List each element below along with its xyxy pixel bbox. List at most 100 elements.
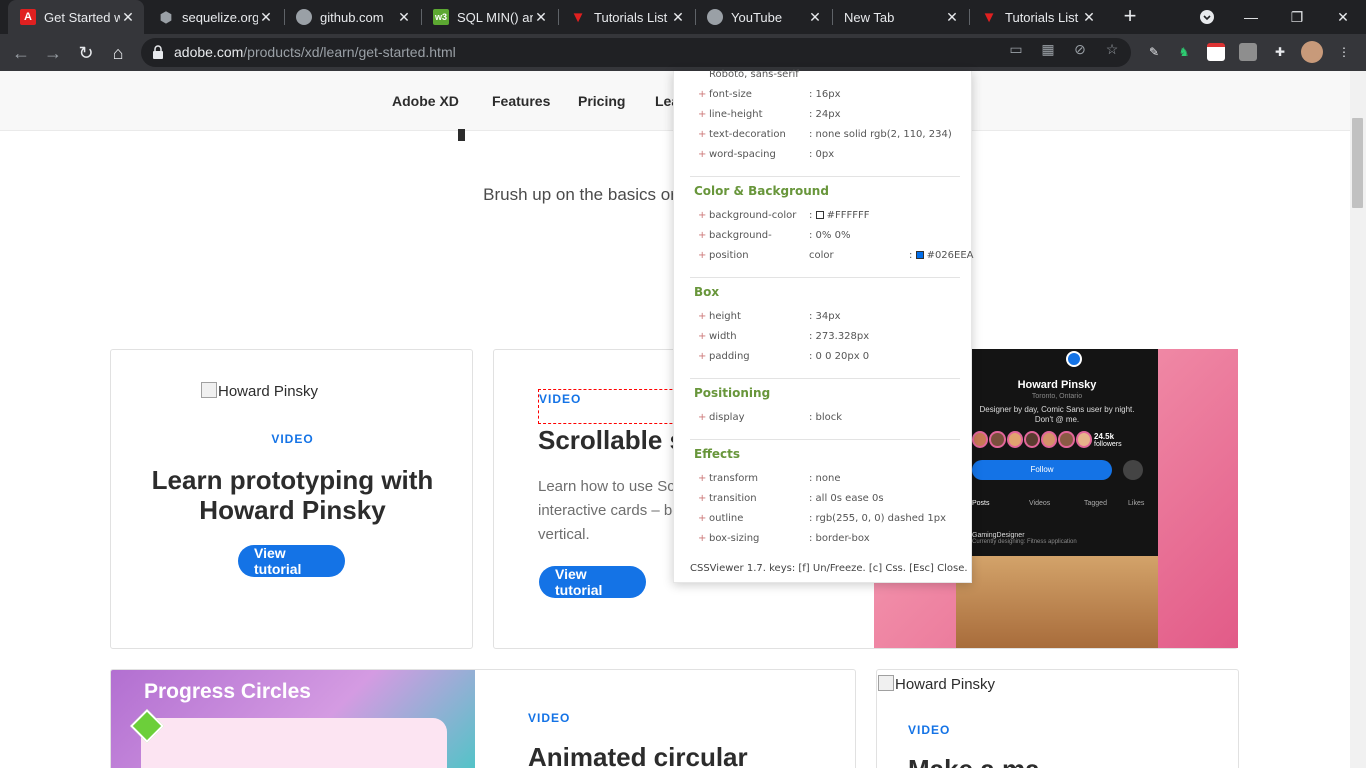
close-icon[interactable]: ✕ [258, 9, 274, 26]
tab-tutorials-list-2[interactable]: ▼ Tutorials List ✕ [969, 0, 1105, 34]
profile-name: Howard Pinsky [1017, 379, 1097, 391]
post-author: GamingDesigner [972, 532, 1025, 539]
video-tag: VIDEO [908, 723, 951, 737]
cv-key: display [709, 412, 745, 423]
close-icon[interactable]: ✕ [533, 9, 549, 26]
subnav-pricing[interactable]: Pricing [578, 93, 625, 109]
eye-off-icon[interactable]: ⊘ [1071, 40, 1089, 58]
post-subtitle: Currently designing: Fitness application [972, 539, 1077, 545]
close-icon[interactable]: ✕ [944, 9, 960, 26]
tab-title: YouTube [731, 9, 783, 25]
post-photo [956, 556, 1158, 648]
follow-button: Follow [972, 460, 1112, 480]
star-icon[interactable]: ☆ [1103, 40, 1121, 58]
cv-key: height [709, 311, 741, 322]
cv-value-text: #026EEA [926, 250, 974, 261]
tab-new-tab[interactable]: New Tab ✕ [832, 0, 968, 34]
tab-title: sequelize.org [182, 9, 258, 25]
cv-key: transform [709, 473, 759, 484]
close-icon[interactable]: ✕ [1081, 9, 1097, 26]
avatar[interactable] [1301, 41, 1323, 63]
new-tab-button[interactable]: + [1118, 5, 1142, 29]
card-title-line: Howard Pinsky [199, 495, 386, 525]
cv-row: + position color: #026EEA [698, 250, 974, 261]
url-host: adobe.com [174, 44, 244, 60]
w3schools-icon: w3 [433, 9, 449, 25]
tab-github[interactable]: github.com ✕ [284, 0, 420, 34]
photo-extension-icon[interactable] [1239, 43, 1257, 61]
card-title-line: Learn prototyping with [151, 465, 434, 495]
cssviewer-extension-icon[interactable]: ✎ [1145, 43, 1163, 61]
cv-footer: CSSViewer 1.7. keys: [f] Un/Freeze. [c] … [690, 563, 968, 574]
cv-value: : #FFFFFF [809, 210, 870, 221]
close-icon[interactable]: ✕ [120, 9, 136, 26]
card-description: Learn how to use Scr interactive cards –… [538, 475, 681, 547]
address-bar[interactable]: adobe.com/products/xd/learn/get-started.… [141, 38, 1131, 67]
subnav-features[interactable]: Features [492, 93, 550, 109]
cv-value: : rgb(255, 0, 0) dashed 1px [809, 513, 947, 524]
followers-number: 24.5k [1094, 432, 1115, 441]
view-tutorial-button[interactable]: View tutorial [238, 545, 345, 577]
forward-button[interactable]: → [40, 40, 66, 66]
home-button[interactable]: ⌂ [105, 40, 131, 66]
followers-count: 24.5k followers [1094, 432, 1122, 448]
cv-key: word-spacing [709, 149, 776, 160]
scrollbar-thumb[interactable] [1352, 118, 1363, 208]
cv-row: + padding: 0 0 20px 0 [698, 351, 870, 362]
cv-row: + background-color: #FFFFFF [698, 210, 870, 221]
tab-tutorials-list[interactable]: ▼ Tutorials List ✕ [558, 0, 694, 34]
tab-title: New Tab [844, 9, 895, 25]
view-tutorial-button[interactable]: View tutorial [539, 566, 646, 598]
close-icon[interactable]: ✕ [396, 9, 412, 26]
cv-row: + font-size: 16px [698, 89, 841, 100]
cv-row: + box-sizing: border-box [698, 533, 870, 544]
cv-value-text: #FFFFFF [826, 210, 870, 221]
back-button[interactable]: ← [8, 40, 34, 66]
subnav-adobe-xd[interactable]: Adobe XD [392, 93, 459, 109]
url-text: adobe.com/products/xd/learn/get-started.… [174, 44, 456, 60]
cv-key: box-sizing [709, 533, 760, 544]
tutorials-icon: ▼ [981, 8, 997, 26]
menu-icon[interactable]: ⋮ [1335, 43, 1353, 61]
card-description-line: vertical. [538, 526, 590, 543]
cv-key: text-decoration [709, 129, 786, 140]
tab-sql-min[interactable]: w3 SQL MIN() an ✕ [421, 0, 557, 34]
puzzle-icon[interactable]: ✚ [1271, 43, 1289, 61]
globe-icon [707, 9, 723, 25]
swatch-icon [915, 251, 924, 259]
calendar-extension-icon[interactable] [1207, 43, 1225, 61]
cv-row: + word-spacing: 0px [698, 149, 835, 160]
cv-value: : 34px [809, 311, 841, 322]
cv-row: + background-: 0% 0% [698, 230, 851, 241]
dino-extension-icon[interactable]: ♞ [1175, 43, 1193, 61]
tab-strip: A Get Started wi ✕ ⬢ sequelize.org ✕ git… [0, 0, 1366, 34]
cv-section-title: Color & Background [694, 184, 829, 198]
url-path: /products/xd/learn/get-started.html [243, 44, 456, 60]
reload-button[interactable]: ↻ [73, 40, 99, 66]
sequelize-icon: ⬢ [159, 8, 173, 25]
video-tag: VIDEO [271, 432, 314, 446]
cv-row: + transition: all 0s ease 0s [698, 493, 884, 504]
close-window-button[interactable]: ✕ [1320, 0, 1366, 34]
tab-sequelize[interactable]: ⬢ sequelize.org ✕ [146, 0, 282, 34]
cv-font-family: Roboto, sans-serif [709, 69, 799, 80]
close-icon[interactable]: ✕ [670, 9, 686, 26]
qr-code-icon[interactable]: ▦ [1039, 40, 1057, 58]
restore-button[interactable]: ❐ [1274, 0, 1320, 34]
close-icon[interactable]: ✕ [807, 9, 823, 26]
cv-divider [690, 439, 960, 440]
card-image: Howard Pinsky [201, 382, 318, 400]
cv-key: line-height [709, 109, 763, 120]
minimize-button[interactable]: — [1228, 0, 1274, 34]
swatch-icon [815, 211, 824, 219]
tab-get-started[interactable]: A Get Started wi ✕ [8, 0, 144, 34]
tab-search-button[interactable] [1184, 0, 1230, 34]
cv-value: : block [809, 412, 843, 423]
cv-value: : 16px [809, 89, 841, 100]
card-description-line: Learn how to use Scr [538, 478, 680, 495]
cv-section-title: Positioning [694, 386, 771, 400]
tab-youtube[interactable]: YouTube ✕ [695, 0, 831, 34]
cast-icon[interactable]: ▭ [1007, 40, 1025, 58]
tutorial-card-progress-circles: Progress Circles VIDEO Animated circular [110, 669, 856, 768]
profile-tab-tagged: Tagged [1084, 500, 1107, 507]
